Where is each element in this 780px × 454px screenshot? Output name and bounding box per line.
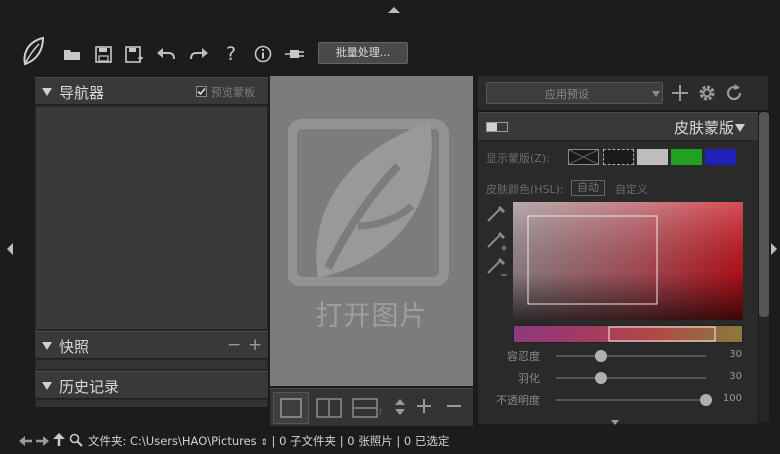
- status-text: 文件夹: C:\Users\HAO\Pictures ⇕ | 0 子文件夹 | …: [88, 434, 450, 448]
- refresh-icon[interactable]: [724, 83, 744, 103]
- split-vertical-button[interactable]: [314, 393, 344, 423]
- app-leaf-icon: [20, 34, 46, 68]
- slider-label: 不透明度: [496, 394, 540, 407]
- eyedropper-minus-icon[interactable]: [486, 257, 508, 279]
- expand-triangle-icon: [42, 382, 52, 390]
- preview-mask-checkbox[interactable]: [196, 86, 207, 97]
- expand-triangle-icon: [735, 124, 745, 132]
- slider-knob[interactable]: [700, 394, 712, 406]
- folder-open-icon[interactable]: [59, 40, 85, 68]
- view-mode-bar: ?: [270, 388, 473, 426]
- batch-process-button[interactable]: 批量处理...: [318, 42, 408, 64]
- mask-swatch-none[interactable]: [568, 149, 599, 165]
- eyedropper-icon[interactable]: [486, 205, 506, 223]
- expand-triangle-icon: [42, 342, 52, 350]
- subfolder-count: 0 子文件夹: [279, 434, 337, 448]
- collapse-top-icon[interactable]: [386, 4, 402, 16]
- redo-icon[interactable]: [186, 40, 212, 68]
- hue-range-bar[interactable]: [513, 325, 743, 343]
- zoom-out-icon[interactable]: [445, 397, 463, 415]
- slider-track[interactable]: [556, 399, 706, 401]
- slider-label: 羽化: [518, 372, 540, 385]
- open-image-label[interactable]: 打开图片: [270, 294, 473, 333]
- open-image-placeholder-icon: [288, 119, 449, 286]
- search-icon[interactable]: [69, 433, 83, 447]
- remove-snapshot-button[interactable]: −: [227, 336, 241, 354]
- folder-path[interactable]: C:\Users\HAO\Pictures: [130, 434, 257, 448]
- up-icon[interactable]: [53, 433, 65, 447]
- snapshot-body: [36, 360, 267, 369]
- preset-dropdown-value: 应用预设: [545, 88, 589, 101]
- slider-label: 容忍度: [507, 350, 540, 363]
- history-body: [36, 400, 267, 407]
- skin-color-picker[interactable]: [513, 202, 743, 320]
- mask-swatch-blue[interactable]: [705, 149, 736, 165]
- save-as-icon[interactable]: [121, 40, 147, 68]
- info-icon[interactable]: [250, 40, 276, 68]
- slider-value: 100: [722, 393, 742, 404]
- preset-bar: 应用预设: [478, 76, 768, 110]
- custom-button[interactable]: 自定义: [615, 181, 648, 197]
- preset-dropdown[interactable]: 应用预设: [486, 82, 663, 104]
- chevron-down-icon: [652, 91, 660, 97]
- slider-knob[interactable]: [595, 372, 607, 384]
- scrollbar-thumb[interactable]: [759, 112, 769, 317]
- history-header[interactable]: 历史记录: [35, 371, 268, 399]
- undo-icon[interactable]: [153, 40, 179, 68]
- view-mode-stepper[interactable]: [394, 397, 406, 417]
- skin-mask-panel: 皮肤蒙版 显示蒙版(Z): 皮肤颜色(HSL): 自动 自定义 容忍度 30 羽…: [478, 112, 758, 424]
- folder-label: 文件夹:: [88, 434, 127, 448]
- add-snapshot-button[interactable]: +: [248, 336, 262, 354]
- navigator-title: 导航器: [59, 84, 105, 102]
- mask-swatch-gray[interactable]: [637, 149, 668, 165]
- image-canvas[interactable]: 打开图片: [270, 76, 473, 386]
- history-title: 历史记录: [59, 378, 120, 396]
- panel-toggle-icon[interactable]: [486, 122, 508, 132]
- split-horizontal-button[interactable]: ?: [350, 393, 384, 423]
- slider-track[interactable]: [556, 355, 706, 357]
- mask-swatch-green[interactable]: [671, 149, 702, 165]
- back-icon[interactable]: [19, 435, 33, 447]
- expand-triangle-icon: [42, 88, 52, 96]
- svg-text:?: ?: [378, 408, 382, 417]
- eyedropper-plus-icon[interactable]: [486, 231, 508, 253]
- show-mask-label: 显示蒙版(Z):: [486, 152, 550, 165]
- selected-count: 0 已选定: [403, 434, 450, 448]
- right-panel-scrollbar[interactable]: [759, 112, 769, 422]
- left-panel: 导航器 预览蒙板 快照 − + 历史记录: [35, 77, 268, 407]
- gear-icon[interactable]: [697, 83, 717, 103]
- mask-swatch-black[interactable]: [603, 149, 634, 165]
- slider-value: 30: [729, 371, 742, 382]
- snapshot-header[interactable]: 快照 − +: [35, 331, 268, 359]
- slider-knob[interactable]: [595, 350, 607, 362]
- help-icon[interactable]: ?: [218, 40, 244, 68]
- auto-button[interactable]: 自动: [571, 180, 605, 196]
- save-icon[interactable]: [90, 40, 116, 68]
- snapshot-title: 快照: [59, 338, 90, 356]
- skin-hsl-label: 皮肤颜色(HSL):: [486, 183, 564, 196]
- collapse-right-icon[interactable]: [769, 241, 779, 257]
- forward-icon[interactable]: [35, 435, 49, 447]
- collapse-left-icon[interactable]: [4, 241, 16, 257]
- slider-value: 30: [729, 349, 742, 360]
- navigator-header[interactable]: 导航器 预览蒙板: [35, 77, 268, 105]
- skin-mask-title: 皮肤蒙版: [673, 119, 734, 137]
- plugin-icon[interactable]: [282, 40, 308, 68]
- navigator-view: [36, 107, 267, 329]
- path-stepper-icon[interactable]: ⇕: [260, 438, 268, 448]
- photo-count: 0 张照片: [347, 434, 393, 448]
- slider-track[interactable]: [556, 377, 706, 379]
- skin-mask-header[interactable]: 皮肤蒙版: [478, 112, 758, 141]
- preview-mask-label: 预览蒙板: [211, 86, 255, 99]
- add-preset-icon[interactable]: [670, 83, 690, 103]
- status-bar: 文件夹: C:\Users\HAO\Pictures ⇕ | 0 子文件夹 | …: [0, 430, 780, 454]
- single-view-button[interactable]: [273, 392, 309, 424]
- scroll-down-icon[interactable]: [611, 420, 619, 426]
- zoom-in-icon[interactable]: [415, 397, 433, 415]
